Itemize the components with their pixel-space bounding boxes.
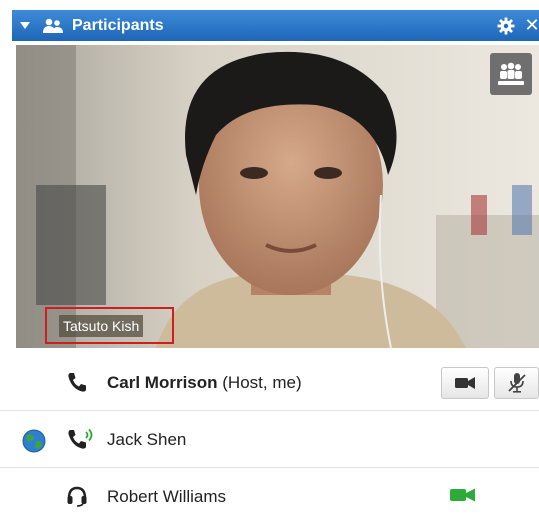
video-toggle-button[interactable] [441,367,489,399]
triangle-down-icon [20,21,30,29]
participants-titlebar: Participants ✕ [12,10,539,41]
video-feed-image [16,45,539,348]
phone-speaking-icon [66,425,96,453]
participant-name: Jack Shen [107,430,187,449]
gear-icon[interactable] [495,10,517,41]
close-icon[interactable]: ✕ [524,10,539,41]
phone-icon [66,368,96,396]
video-camera-icon [455,377,475,389]
group-layout-icon [498,62,524,85]
video-layout-button[interactable] [490,53,532,95]
globe-icon [22,429,46,453]
participant-role: (Host, me) [222,373,302,392]
participant-row[interactable]: Carl Morrison (Host, me) [0,354,539,411]
active-speaker-name: Tatsuto Kish [59,314,144,337]
panel-title: Participants [72,16,164,34]
participant-list: Carl Morrison (Host, me) Jack Shen Rober… [0,354,539,523]
active-speaker-name-highlight: Tatsuto Kish [45,307,174,344]
people-icon [40,10,66,41]
green-video-camera-icon [450,488,478,506]
mute-microphone-icon [507,373,526,393]
participant-row[interactable]: Robert Williams [0,468,539,523]
participant-name: Robert Williams [107,487,227,506]
headset-icon [66,482,96,510]
participant-name: Carl Morrison [107,373,218,392]
mute-button[interactable] [494,367,539,399]
participant-row[interactable]: Jack Shen [0,411,539,468]
active-speaker-video: Tatsuto Kish [16,45,539,348]
collapse-toggle[interactable] [12,10,38,41]
